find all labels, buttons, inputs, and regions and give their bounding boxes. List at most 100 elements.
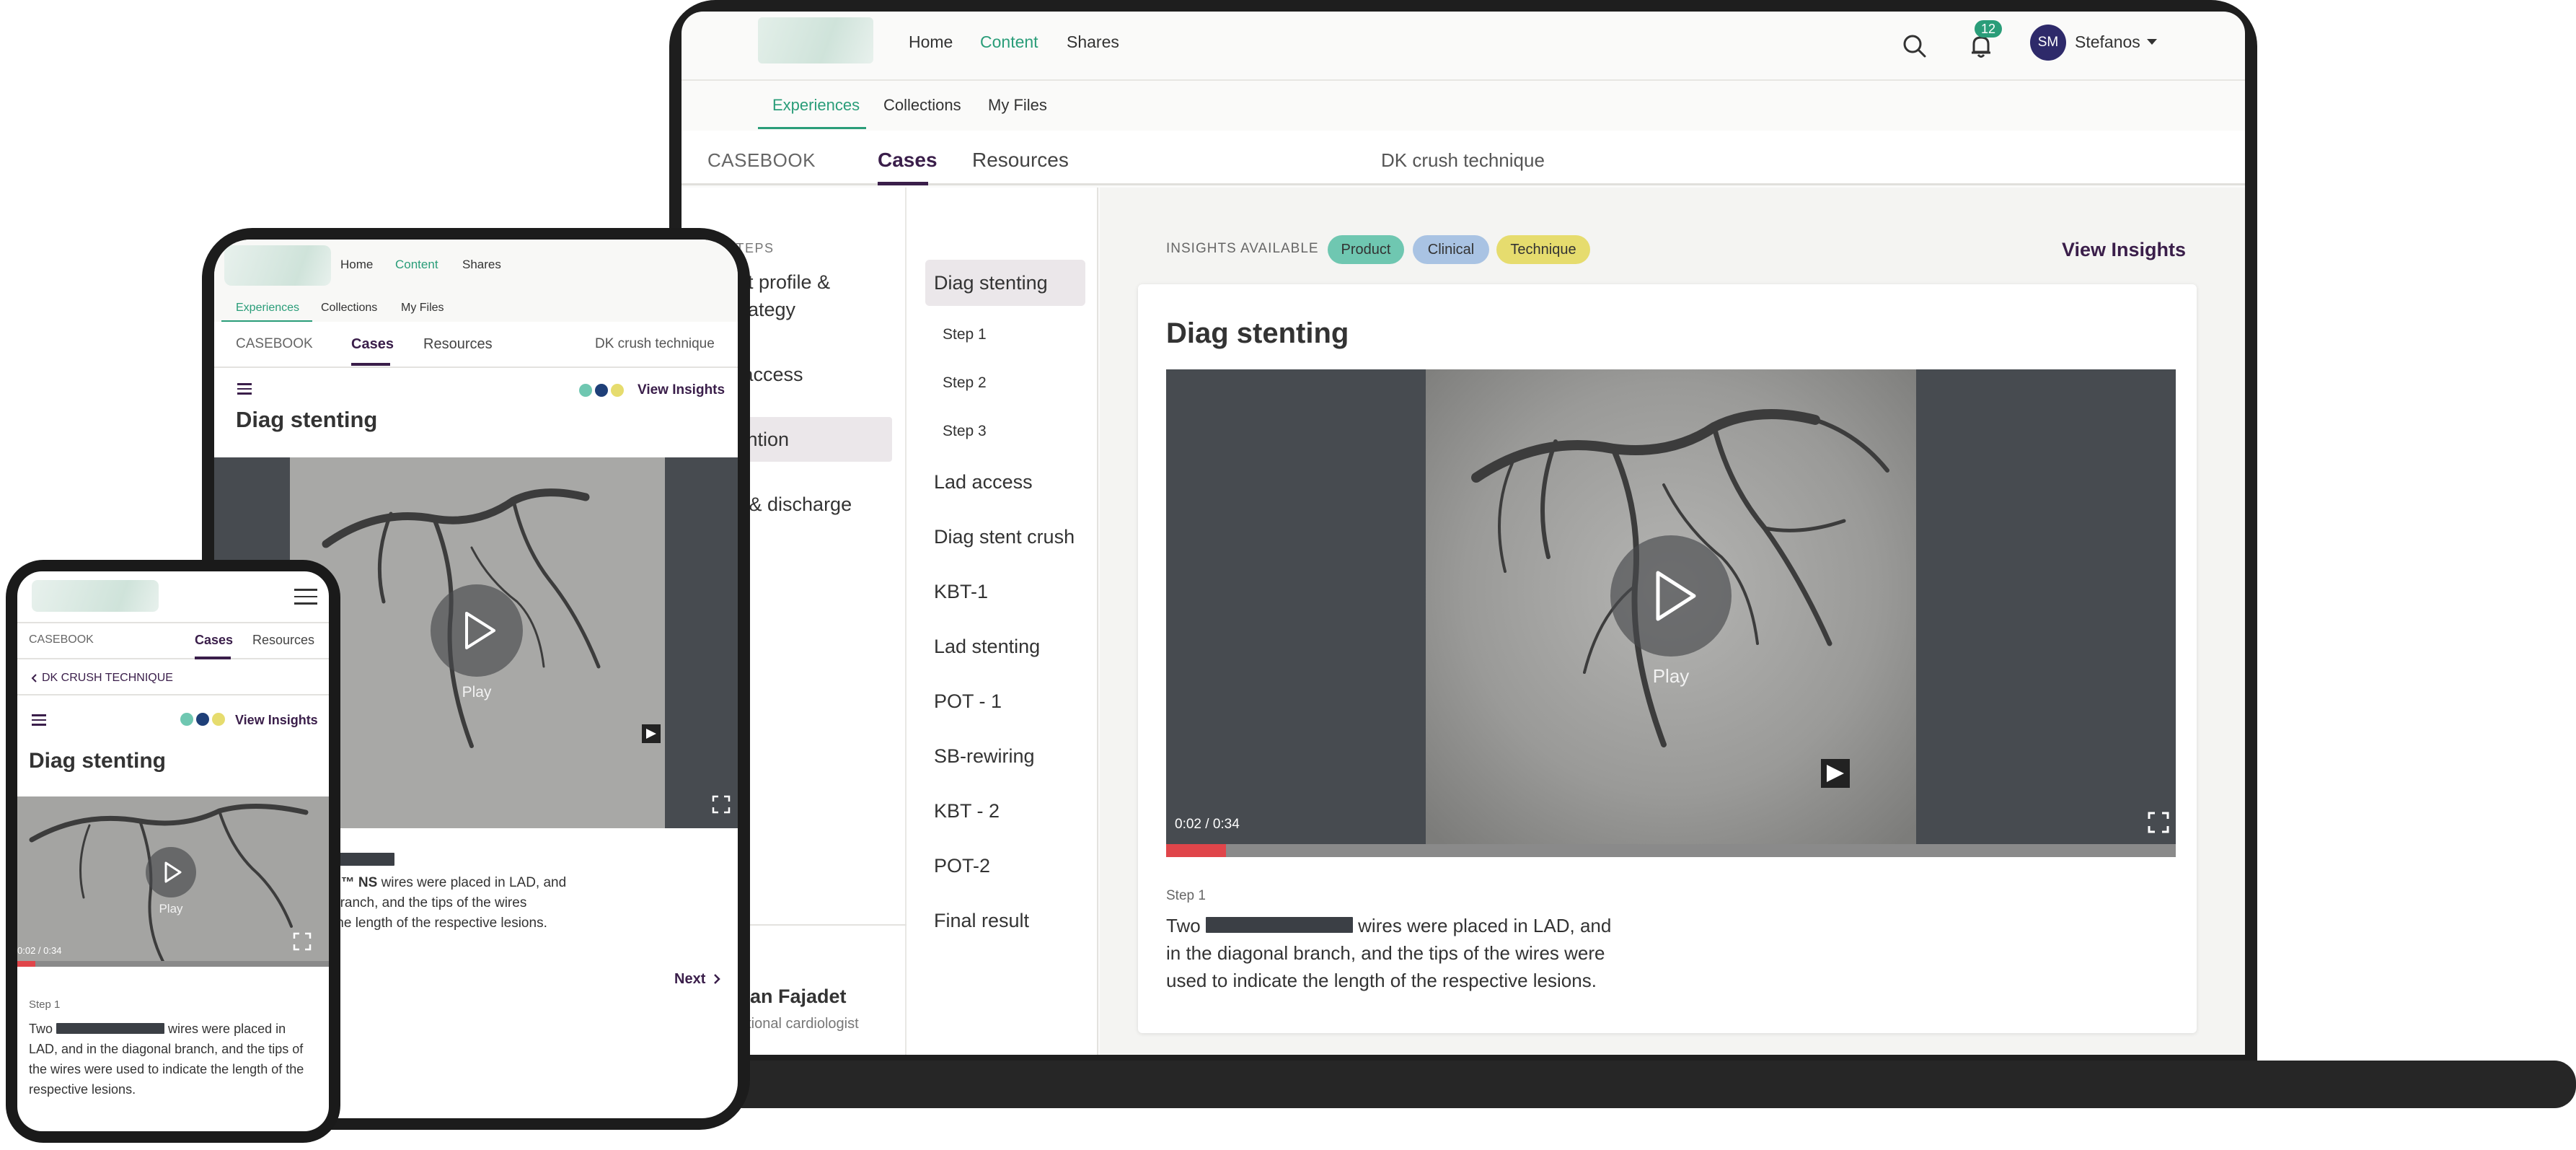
phone-back-link[interactable]: DK CRUSH TECHNIQUE [42,668,173,688]
step-item-pot-1[interactable]: POT - 1 [934,687,1002,716]
play-button[interactable] [1610,535,1732,657]
step-item-lad-stenting[interactable]: Lad stenting [934,632,1040,661]
view-insights-link[interactable]: View Insights [2062,235,2186,264]
subnav-experiences[interactable]: Experiences [772,91,860,120]
phone-desc-start: Two [29,1022,53,1036]
tablet-fullscreen-icon[interactable] [712,795,731,814]
substep-item-1[interactable]: Step 1 [943,320,987,349]
tab-casebook[interactable]: CASEBOOK [707,146,816,175]
insight-dot-clinical [595,384,608,397]
substep-item-2[interactable]: Step 2 [943,369,987,398]
author-name: ean Fajadet [739,986,847,1007]
insight-dot-technique [611,384,624,397]
chevron-left-icon[interactable] [30,673,39,683]
nav-shares[interactable]: Shares [1067,27,1119,56]
phone-back-divider [17,694,329,695]
step-item-kbt-2[interactable]: KBT - 2 [934,796,1000,825]
tablet-play-button[interactable] [431,584,523,677]
video-progress-track[interactable] [1166,844,2176,857]
play-label: Play [1652,665,1690,687]
phone-tab-indicator [195,657,231,659]
video-player[interactable]: Play 0:02 / 0:34 [1166,369,2176,857]
fullscreen-icon[interactable] [2147,811,2170,834]
laptop-screen: Home Content Shares 12 SM Stefanos Exper… [682,12,2245,1055]
phone-video-progress-track[interactable] [17,961,329,967]
notification-badge: 12 [1975,20,2002,38]
tablet-subnav-collections[interactable]: Collections [321,297,377,319]
tablet-tab-resources[interactable]: Resources [423,333,493,355]
tab-cases[interactable]: Cases [878,146,938,175]
step-label: Step 1 [1166,888,1206,903]
step-item-diag-stent-crush[interactable]: Diag stent crush [934,522,1075,551]
chevron-down-icon[interactable] [2147,39,2157,45]
chevron-right-icon[interactable] [710,973,723,986]
tablet-step-description: h™ NS wires were placed in LAD, and bran… [332,873,621,934]
phone-insight-dot-clinical [196,713,209,726]
search-icon[interactable] [1900,32,1929,61]
tablet-next-button[interactable]: Next [674,968,705,990]
step-item-final-result[interactable]: Final result [934,906,1029,935]
menu-icon[interactable] [237,383,252,395]
avatar[interactable]: SM [2030,25,2066,61]
phone-play-label: Play [159,902,183,916]
phone-tab-resources[interactable]: Resources [252,629,314,651]
tablet-nav-shares[interactable]: Shares [462,254,501,276]
phone-redacted-product [56,1022,165,1034]
step-item-lad-access[interactable]: Lad access [934,468,1033,496]
phone-fullscreen-icon[interactable] [293,932,312,951]
tablet-desc-line3: the length of the respective lesions. [332,916,547,931]
subnav-active-indicator [758,127,866,129]
phone-video-progress-fill [17,961,36,967]
tablet-subnav-my-files[interactable]: My Files [401,297,444,319]
author-role: ntional cardiologist [739,1016,859,1032]
tab-resources[interactable]: Resources [972,146,1069,175]
tablet-tab-indicator [351,363,390,366]
pill-clinical[interactable]: Clinical [1413,235,1489,264]
phone-menu-icon[interactable] [32,714,46,726]
phone-card-title: Diag stenting [29,749,167,773]
tablet-nav-content[interactable]: Content [395,254,438,276]
tablet-desc-line1: wires were placed in LAD, and [381,875,567,890]
case-title: DK crush technique [1381,149,1545,171]
phone-tab-cases[interactable]: Cases [195,629,233,651]
laptop-base [721,1061,2576,1108]
tablet-redacted-product [332,853,394,866]
phone-screen: CASEBOOK Cases Resources DK CRUSH TECHNI… [17,571,329,1131]
tablet-card-title: Diag stenting [236,407,378,432]
phone-video-player[interactable]: Play 0:02 / 0:34 [17,796,329,967]
tablet-tab-casebook[interactable]: CASEBOOK [236,333,313,355]
redacted-product-name [1205,916,1353,933]
insights-label: INSIGHTS AVAILABLE [1166,241,1319,256]
video-time: 0:02 / 0:34 [1175,817,1240,832]
step-item-pot-2[interactable]: POT-2 [934,851,990,880]
step-item-kbt-1[interactable]: KBT-1 [934,577,988,606]
phone-tab-casebook[interactable]: CASEBOOK [29,629,94,651]
tablet-case-title: DK crush technique [595,336,715,351]
pill-technique[interactable]: Technique [1496,235,1590,264]
tablet-subnav-experiences[interactable]: Experiences [236,297,299,319]
user-name[interactable]: Stefanos [2075,27,2140,56]
tablet-brand-logo[interactable] [224,245,331,286]
tablet-tab-cases[interactable]: Cases [351,333,394,355]
phone-hamburger-icon[interactable] [294,589,317,606]
brand-logo[interactable] [758,17,873,63]
desc-start: Two [1166,915,1201,936]
video-progress-fill [1166,844,1226,857]
step-item-sb-rewiring[interactable]: SB-rewiring [934,742,1035,771]
subnav-my-files[interactable]: My Files [988,91,1047,120]
tablet-view-insights-link[interactable]: View Insights [638,379,725,401]
nav-content[interactable]: Content [980,27,1038,56]
insight-dot-product [579,384,592,397]
tablet-nav-home[interactable]: Home [340,254,373,276]
step-item-diag-stenting[interactable]: Diag stenting [934,268,1048,297]
tablet-desc-line2: branch, and the tips of the wires [332,895,527,910]
nav-home[interactable]: Home [909,27,953,56]
phone-brand-logo[interactable] [32,580,159,612]
phone-view-insights-link[interactable]: View Insights [235,710,318,730]
phone-step-description: Two wires were placed in LAD, and in the… [29,1019,317,1099]
phone-play-button[interactable] [146,847,196,897]
subnav-collections[interactable]: Collections [883,91,961,120]
pill-product[interactable]: Product [1328,235,1404,264]
substep-item-3[interactable]: Step 3 [943,417,987,446]
card-title: Diag stenting [1166,317,1349,349]
